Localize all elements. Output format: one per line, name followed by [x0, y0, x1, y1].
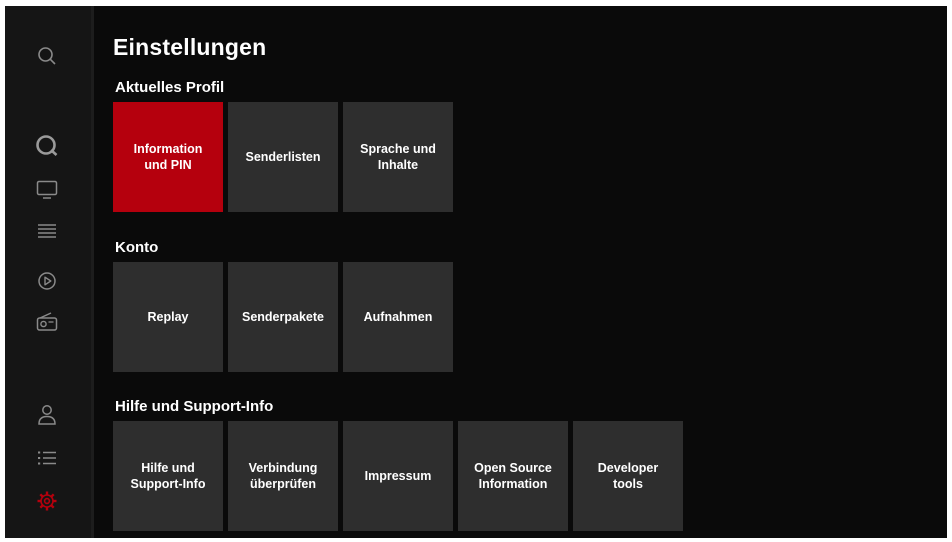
tile-hilfe-support[interactable]: Hilfe und Support-Info — [113, 421, 223, 531]
tile-information-pin[interactable]: Information und PIN — [113, 102, 223, 212]
tile-row-konto: Replay Senderpakete Aufnahmen — [113, 262, 453, 372]
settings-gear-icon[interactable] — [35, 489, 59, 513]
tile-row-profile: Information und PIN Senderlisten Sprache… — [113, 102, 453, 212]
section-title-profile: Aktuelles Profil — [115, 79, 225, 96]
home-logo-icon[interactable] — [35, 134, 59, 158]
guide-icon[interactable] — [35, 219, 59, 243]
tile-impressum[interactable]: Impressum — [343, 421, 453, 531]
list-icon[interactable] — [35, 446, 59, 470]
tile-row-help: Hilfe und Support-Info Verbindung überpr… — [113, 421, 683, 531]
tv-screen: Einstellungen Aktuelles Profil Informati… — [5, 6, 947, 538]
tile-developer-tools[interactable]: Developer tools — [573, 421, 683, 531]
page-title: Einstellungen — [113, 34, 267, 60]
tv-icon[interactable] — [35, 178, 59, 202]
tile-senderlisten[interactable]: Senderlisten — [228, 102, 338, 212]
play-circle-icon[interactable] — [35, 269, 59, 293]
tile-verbindung-pruefen[interactable]: Verbindung überprüfen — [228, 421, 338, 531]
settings-content: Einstellungen Aktuelles Profil Informati… — [113, 6, 947, 538]
tile-aufnahmen[interactable]: Aufnahmen — [343, 262, 453, 372]
tile-sprache-inhalte[interactable]: Sprache und Inhalte — [343, 102, 453, 212]
section-title-konto: Konto — [115, 239, 159, 256]
profile-icon[interactable] — [35, 403, 59, 427]
search-icon[interactable] — [35, 44, 59, 68]
tile-open-source[interactable]: Open Source Information — [458, 421, 568, 531]
radio-icon[interactable] — [35, 310, 59, 334]
tile-senderpakete[interactable]: Senderpakete — [228, 262, 338, 372]
tile-replay[interactable]: Replay — [113, 262, 223, 372]
sidebar-divider — [91, 6, 94, 538]
section-title-help: Hilfe und Support-Info — [115, 398, 274, 415]
sidebar-nav — [5, 6, 94, 538]
